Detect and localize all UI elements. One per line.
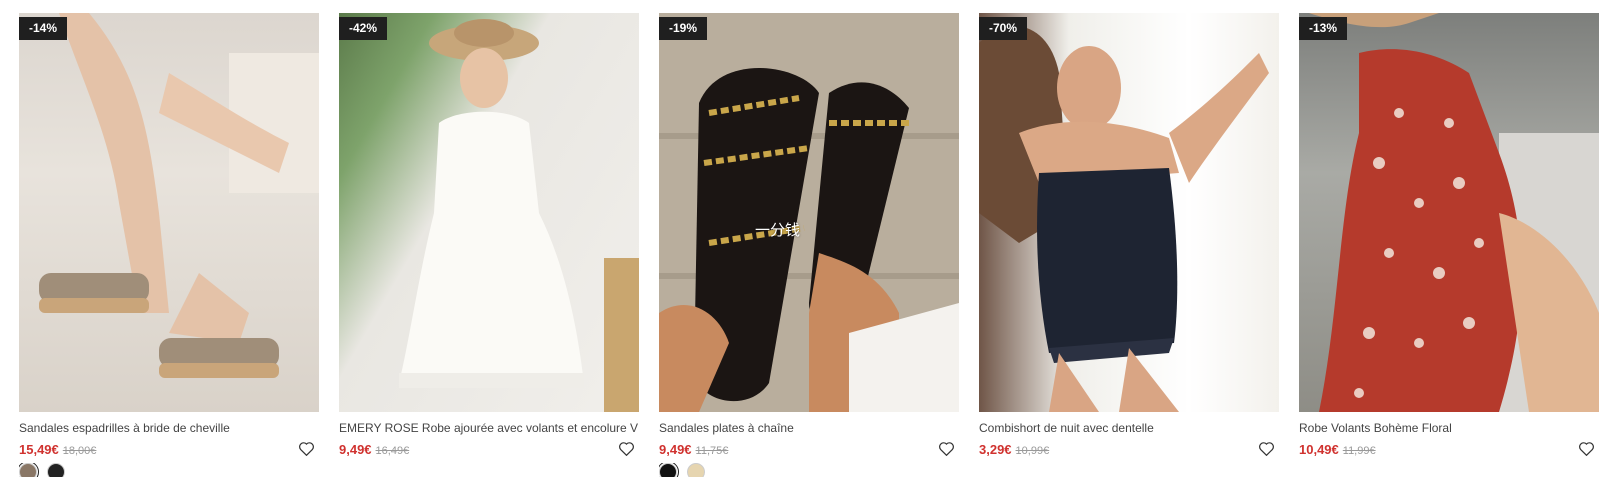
product-photo-dress: [399, 19, 639, 412]
sale-price: 3,29€: [979, 442, 1012, 457]
product-card[interactable]: -13% Robe Volants Bohème Floral 10,49€ 1…: [1299, 13, 1599, 477]
product-image[interactable]: -70%: [979, 13, 1279, 412]
product-image[interactable]: -42%: [339, 13, 639, 412]
discount-badge: -19%: [659, 17, 708, 40]
discount-badge: -42%: [339, 17, 388, 40]
heart-outline-icon[interactable]: [616, 438, 636, 458]
product-photo-chain-sandals: [659, 13, 959, 412]
product-title[interactable]: EMERY ROSE Robe ajourée avec volants et …: [339, 421, 639, 435]
heart-outline-icon[interactable]: [1576, 438, 1596, 458]
color-swatches: [19, 463, 319, 477]
price-row: 15,49€ 18,00€: [19, 441, 319, 458]
product-title[interactable]: Sandales plates à chaîne: [659, 421, 959, 435]
price-row: 3,29€ 10,99€: [979, 441, 1279, 458]
original-price: 16,49€: [375, 445, 410, 457]
color-swatches: [1299, 463, 1599, 477]
product-card[interactable]: -42% EMERY ROSE Robe ajourée avec volant…: [339, 13, 639, 477]
product-card[interactable]: -19% 一分钱 Sandales plates à chaîne 9,49€ …: [659, 13, 959, 477]
product-photo-sandals: [39, 13, 319, 378]
heart-outline-icon[interactable]: [1256, 438, 1276, 458]
product-photo-floral-dress: [1309, 13, 1599, 412]
product-title[interactable]: Robe Volants Bohème Floral: [1299, 421, 1599, 435]
sale-price: 9,49€: [659, 442, 692, 457]
sale-price: 15,49€: [19, 442, 59, 457]
price-row: 9,49€ 16,49€: [339, 441, 639, 458]
product-image[interactable]: -14%: [19, 13, 319, 412]
product-title[interactable]: Combishort de nuit avec dentelle: [979, 421, 1279, 435]
price-row: 9,49€ 11,75€: [659, 441, 959, 458]
heart-outline-icon[interactable]: [296, 438, 316, 458]
original-price: 11,99€: [1342, 445, 1376, 457]
sale-price: 9,49€: [339, 442, 372, 457]
color-swatch[interactable]: [659, 463, 679, 477]
sale-price: 10,49€: [1299, 442, 1339, 457]
original-price: 10,99€: [1015, 445, 1050, 457]
product-card[interactable]: -70% Combishort de nuit avec dentelle 3,…: [979, 13, 1279, 477]
color-swatch[interactable]: [687, 463, 705, 477]
heart-outline-icon[interactable]: [936, 438, 956, 458]
product-image[interactable]: -19% 一分钱: [659, 13, 959, 412]
discount-badge: -13%: [1299, 17, 1348, 40]
color-swatches: [659, 463, 959, 477]
original-price: 11,75€: [695, 445, 729, 457]
watermark-text: 一分钱: [755, 221, 801, 239]
product-grid: -14% Sandales espadrilles à bride de che…: [19, 13, 1599, 477]
discount-badge: -14%: [19, 17, 68, 40]
color-swatch[interactable]: [47, 463, 65, 477]
color-swatches: [979, 463, 1279, 477]
product-title[interactable]: Sandales espadrilles à bride de cheville: [19, 421, 319, 435]
price-row: 10,49€ 11,99€: [1299, 441, 1599, 458]
discount-badge: -70%: [979, 17, 1028, 40]
color-swatch[interactable]: [19, 463, 39, 477]
original-price: 18,00€: [62, 445, 97, 457]
product-image[interactable]: -13%: [1299, 13, 1599, 412]
color-swatches: [339, 463, 639, 477]
product-card[interactable]: -14% Sandales espadrilles à bride de che…: [19, 13, 319, 477]
product-photo-romper: [979, 26, 1269, 412]
